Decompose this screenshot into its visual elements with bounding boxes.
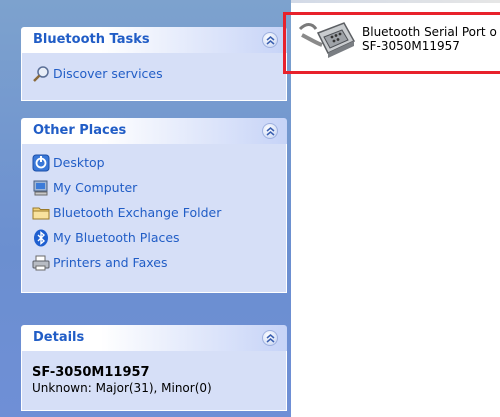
other-places-header[interactable]: Other Places <box>21 118 287 144</box>
desktop-link[interactable]: Desktop <box>32 150 286 175</box>
my-computer-label: My Computer <box>53 180 138 195</box>
my-bluetooth-places-label: My Bluetooth Places <box>53 230 180 245</box>
magnifier-icon <box>32 65 50 83</box>
bluetooth-tasks-body: Discover services <box>21 53 287 101</box>
device-item[interactable]: Bluetooth Serial Port o SF-3050M11957 <box>296 17 500 71</box>
desktop-icon <box>32 154 50 172</box>
task-pane: Bluetooth Tasks Discover services Other … <box>0 0 291 417</box>
other-places-body: Desktop My Computer Bluetooth Exchange F… <box>21 144 287 293</box>
serial-port-icon <box>298 19 358 67</box>
bluetooth-tasks-header[interactable]: Bluetooth Tasks <box>21 27 287 53</box>
details-panel: Details SF-3050M11957 Unknown: Major(31)… <box>21 325 287 411</box>
details-device-name: SF-3050M11957 <box>32 365 150 380</box>
details-body: SF-3050M11957 Unknown: Major(31), Minor(… <box>21 351 287 411</box>
bluetooth-icon <box>32 229 50 247</box>
bluetooth-tasks-panel: Bluetooth Tasks Discover services <box>21 27 287 101</box>
collapse-other-places-button[interactable] <box>262 123 278 139</box>
my-computer-link[interactable]: My Computer <box>32 175 286 200</box>
discover-services-label: Discover services <box>53 66 163 81</box>
bluetooth-tasks-title: Bluetooth Tasks <box>33 32 150 47</box>
computer-icon <box>32 179 50 197</box>
printers-and-faxes-link[interactable]: Printers and Faxes <box>32 250 286 275</box>
collapse-details-button[interactable] <box>262 330 278 346</box>
bluetooth-exchange-folder-label: Bluetooth Exchange Folder <box>53 205 222 220</box>
collapse-bluetooth-tasks-button[interactable] <box>262 32 278 48</box>
my-bluetooth-places-link[interactable]: My Bluetooth Places <box>32 225 286 250</box>
folder-icon <box>32 204 50 222</box>
details-device-class: Unknown: Major(31), Minor(0) <box>32 381 212 395</box>
chevron-up-icon <box>266 127 275 136</box>
chevron-up-icon <box>266 334 275 343</box>
discover-services-link[interactable]: Discover services <box>32 61 286 86</box>
chevron-up-icon <box>266 36 275 45</box>
details-header[interactable]: Details <box>21 325 287 351</box>
bluetooth-exchange-folder-link[interactable]: Bluetooth Exchange Folder <box>32 200 286 225</box>
printers-and-faxes-label: Printers and Faxes <box>53 255 168 270</box>
desktop-label: Desktop <box>53 155 105 170</box>
details-title: Details <box>33 330 85 345</box>
device-item-id: SF-3050M11957 <box>362 39 460 53</box>
other-places-title: Other Places <box>33 123 127 138</box>
other-places-panel: Other Places Desktop My Computer Bluetoo… <box>21 118 287 293</box>
printer-icon <box>32 254 50 272</box>
device-item-name: Bluetooth Serial Port o <box>362 25 497 39</box>
